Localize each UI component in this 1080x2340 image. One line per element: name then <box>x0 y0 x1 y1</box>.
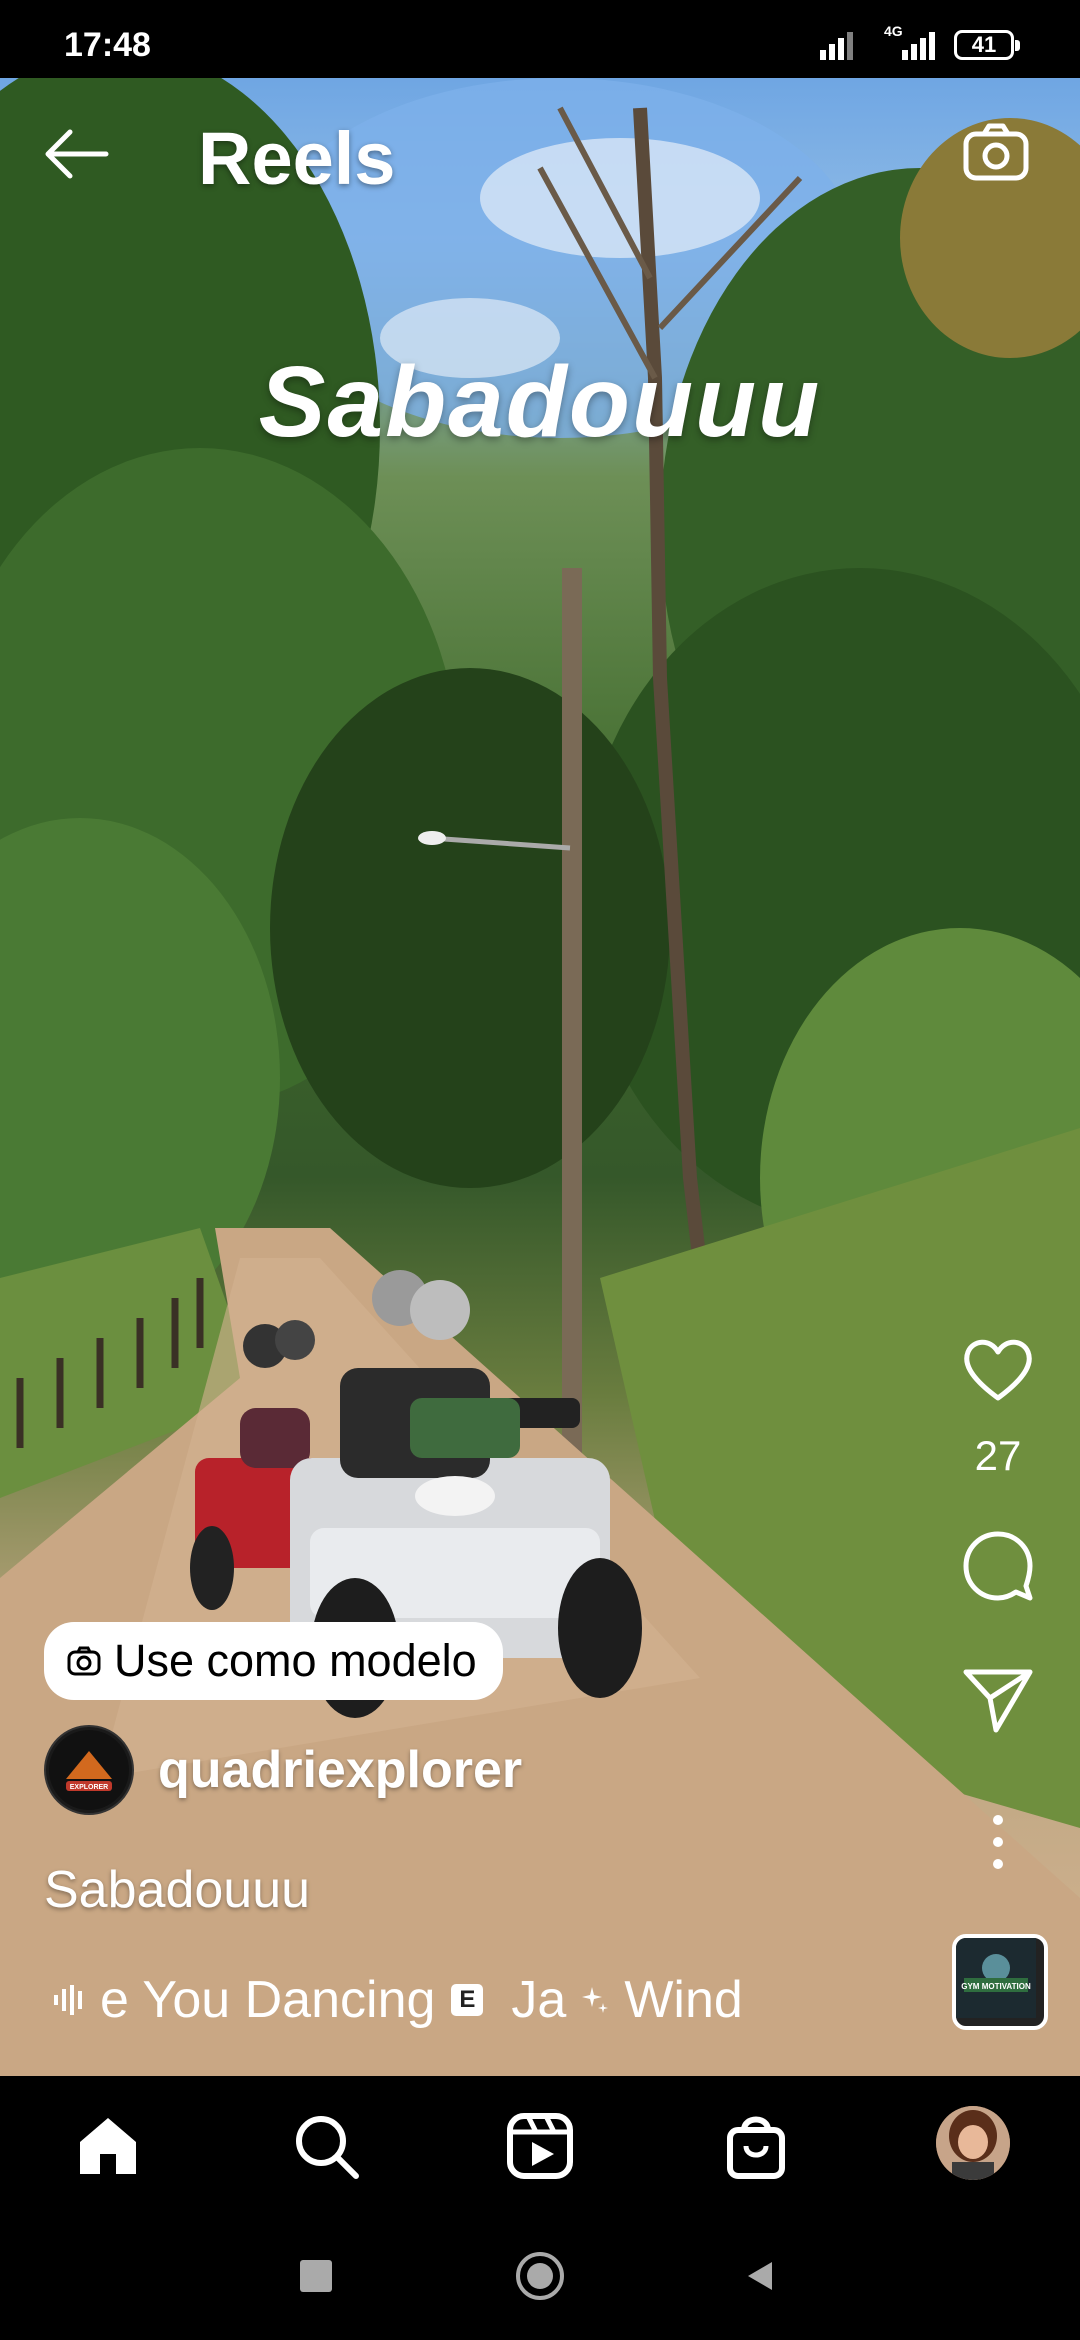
search-icon[interactable] <box>290 2110 362 2182</box>
system-navigation <box>0 2216 1080 2340</box>
audio-track-1: e You Dancing <box>100 1971 436 2029</box>
profile-avatar-image <box>936 2106 1010 2180</box>
recents-square-icon[interactable] <box>300 2260 332 2292</box>
author-username[interactable]: quadriexplorer <box>158 1740 522 1800</box>
camera-small-icon <box>67 1646 101 1676</box>
sparkle-icon <box>582 1987 609 2013</box>
shop-icon[interactable] <box>720 2110 792 2182</box>
audio-ticker[interactable]: e You Dancing E Ja Wind <box>52 1968 743 2032</box>
audio-wave-icon <box>54 1985 82 2015</box>
battery-indicator: 41 <box>954 30 1020 60</box>
status-bar: 17:48 4G 41 <box>0 0 1080 78</box>
author-row: EXPLORER quadriexplorer <box>44 1724 522 1816</box>
audio-thumbnail-art: GYM MOTIVATION <box>956 1938 1036 2018</box>
back-triangle-icon[interactable] <box>742 2258 778 2294</box>
reel-caption[interactable]: Sabadouuu <box>44 1860 310 1920</box>
status-time: 17:48 <box>64 26 151 64</box>
paper-plane-icon[interactable] <box>958 1660 1038 1740</box>
profile-avatar[interactable] <box>936 2106 1010 2180</box>
heart-icon[interactable] <box>958 1330 1038 1410</box>
home-icon[interactable] <box>72 2110 144 2182</box>
audio-thumbnail[interactable]: GYM MOTIVATION <box>952 1934 1048 2030</box>
explicit-badge: E <box>451 1984 484 2016</box>
like-count[interactable]: 27 <box>920 1432 1076 1480</box>
signal-4g-icon <box>902 32 935 60</box>
use-template-button[interactable]: Use como modelo <box>44 1622 503 1700</box>
audio-track-2: Wind <box>624 1971 743 2029</box>
author-logo: EXPLORER <box>49 1730 129 1810</box>
audio-thumbnail-text: GYM MOTIVATION <box>961 1982 1031 1991</box>
reels-icon[interactable] <box>504 2110 576 2182</box>
signal-icon <box>820 32 853 60</box>
author-avatar[interactable]: EXPLORER <box>44 1725 134 1815</box>
bottom-navigation <box>0 2076 1080 2216</box>
video-overlay-text: Sabadouuu <box>258 346 822 458</box>
more-vertical-icon[interactable] <box>958 1802 1038 1882</box>
use-template-label: Use como modelo <box>114 1635 477 1686</box>
page-title: Reels <box>198 117 396 200</box>
author-logo-text: EXPLORER <box>70 1784 109 1791</box>
reels-header: Reels <box>0 78 1080 228</box>
audio-separator-text: Ja <box>511 1971 567 2029</box>
home-circle-inner <box>527 2263 553 2289</box>
comment-bubble-icon[interactable] <box>958 1526 1038 1606</box>
home-circle-icon[interactable] <box>516 2252 564 2300</box>
camera-icon[interactable] <box>960 116 1032 188</box>
arrow-left-icon[interactable] <box>40 126 110 182</box>
